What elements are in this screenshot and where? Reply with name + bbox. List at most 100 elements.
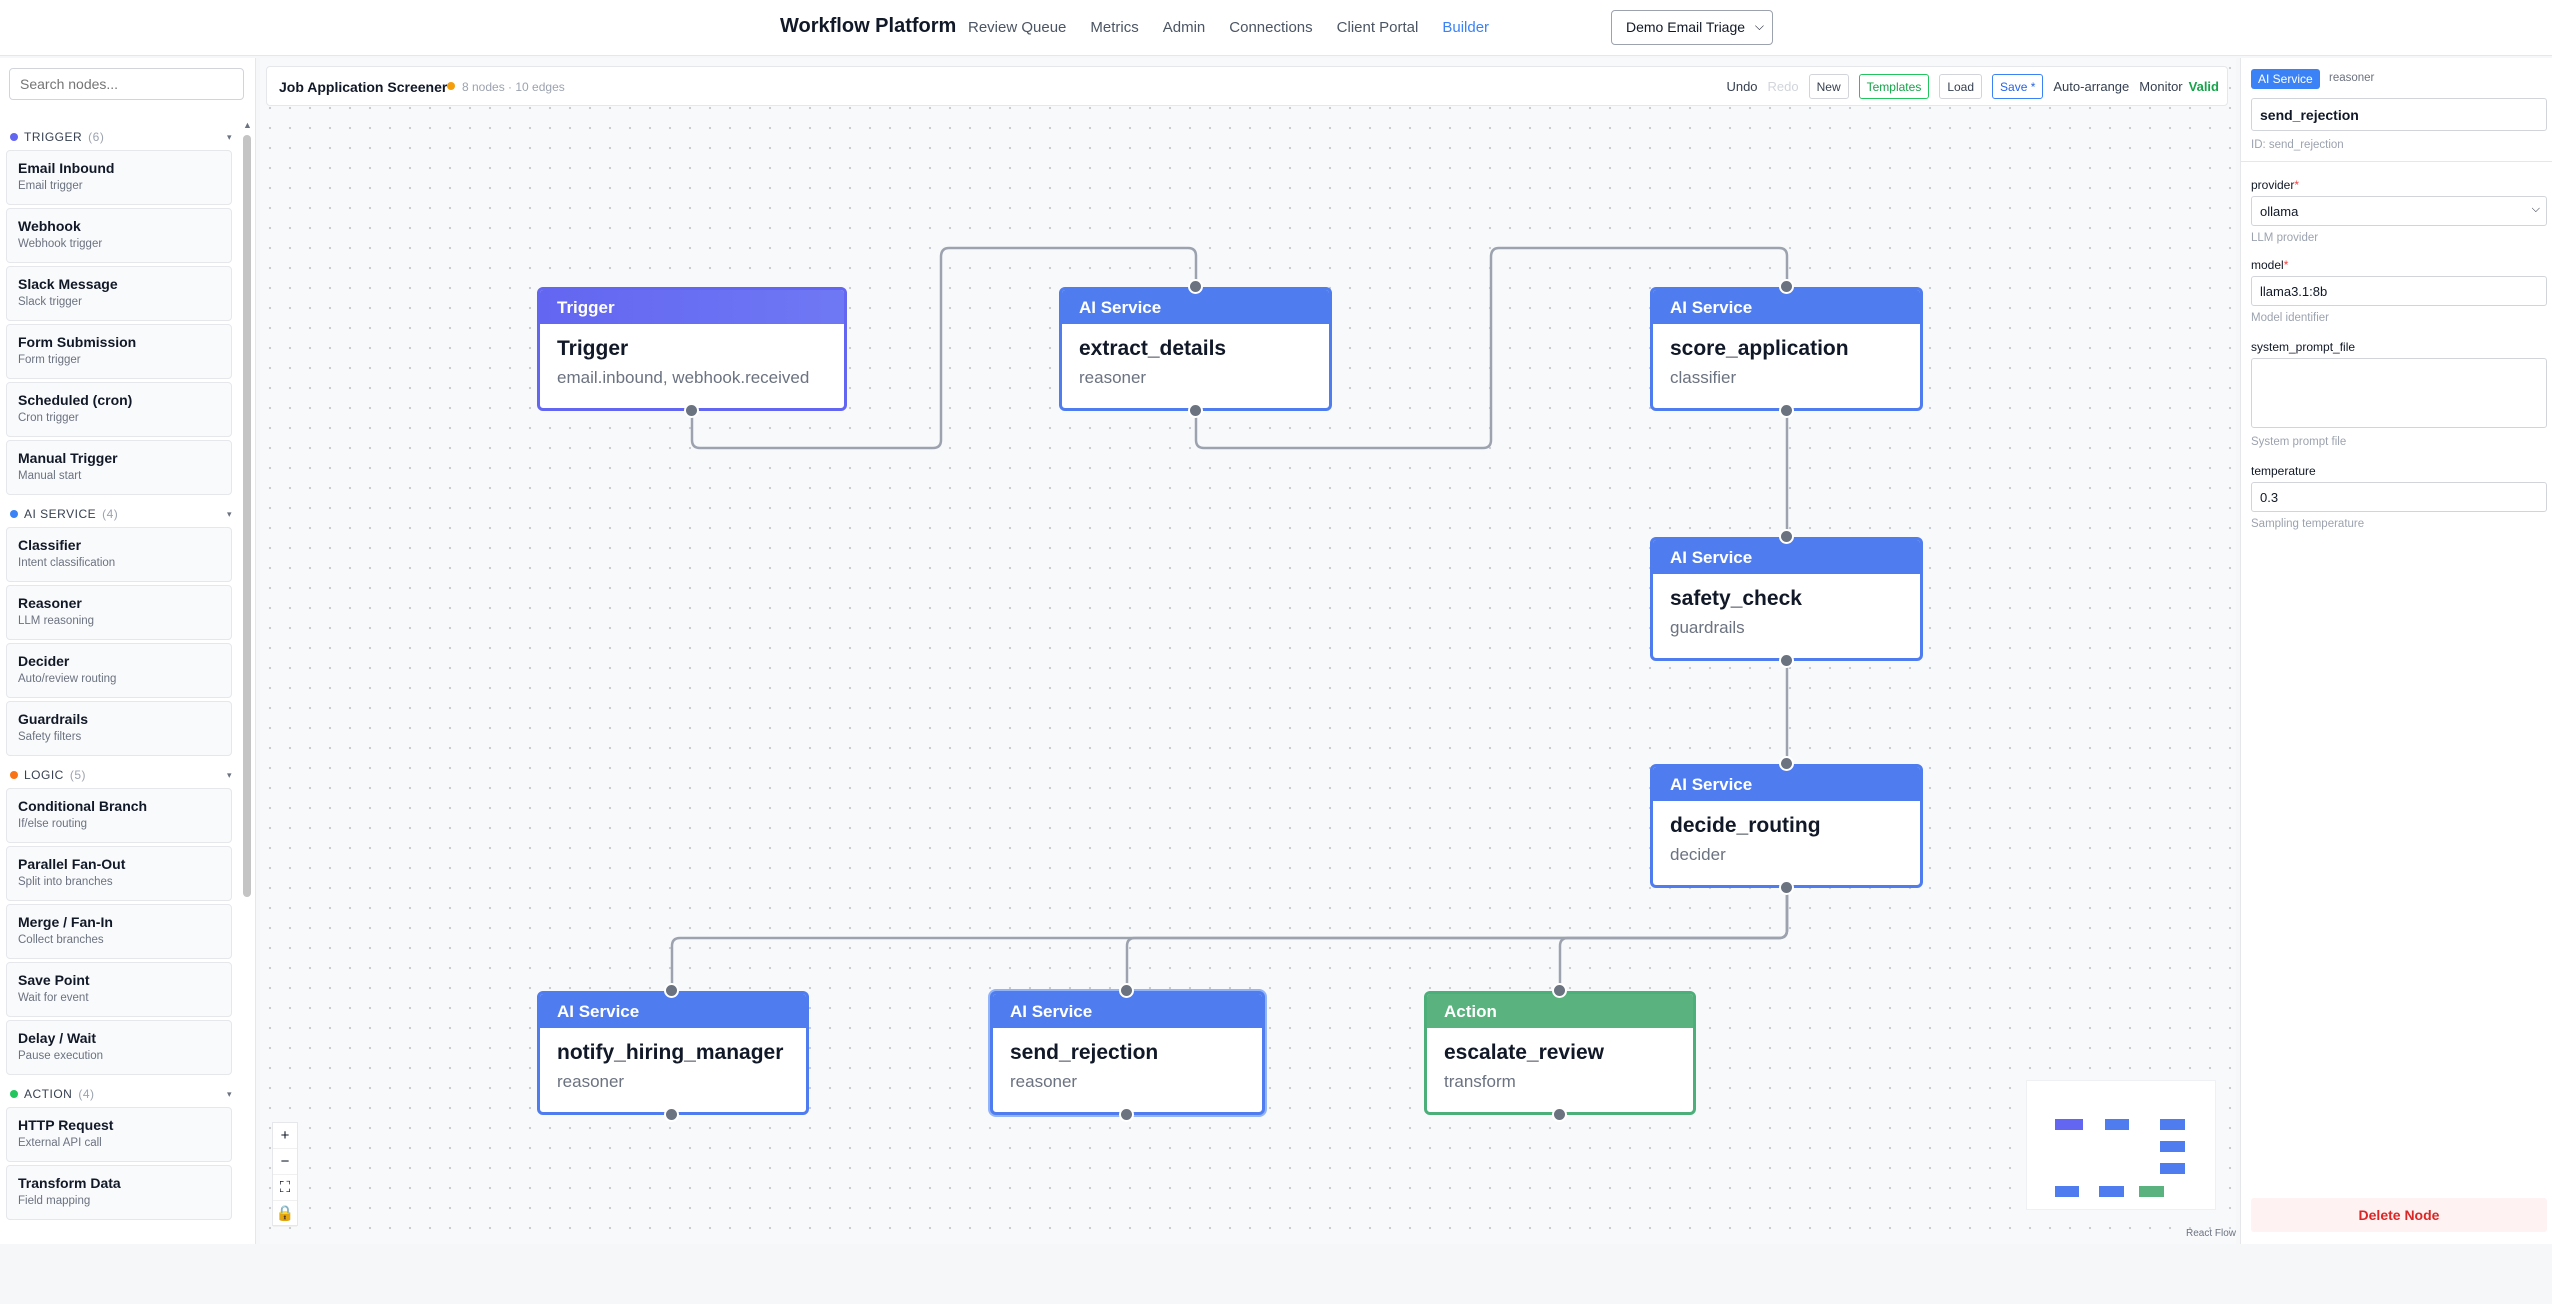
zoom-in-button[interactable]: + (273, 1123, 297, 1149)
node-id-label: ID: send_rejection (2251, 139, 2344, 151)
minimap-node (2139, 1186, 2164, 1197)
minimap-node (2160, 1163, 2185, 1174)
node-type-label: Action (1427, 994, 1693, 1028)
node-name: score_application (1670, 337, 1849, 360)
delete-node-button[interactable]: Delete Node (2251, 1198, 2547, 1232)
workflow-name: Job Application Screener (279, 79, 448, 95)
handle-decide-out[interactable] (1779, 880, 1794, 895)
node-subtype-badge: reasoner (2329, 72, 2375, 84)
temperature-label: temperature (2251, 464, 2316, 478)
zoom-controls: + − ⛶ 🔒 (272, 1122, 298, 1227)
model-input[interactable]: llama3.1:8b (2251, 276, 2547, 306)
undo-button[interactable]: Undo (1726, 79, 1757, 94)
temperature-help: Sampling temperature (2251, 518, 2365, 530)
node-subtype: decider (1670, 845, 1726, 864)
provider-label: provider* (2251, 178, 2300, 192)
minimap-node (2099, 1186, 2124, 1197)
handle-score-in[interactable] (1779, 279, 1794, 294)
handle-notify-out[interactable] (664, 1107, 679, 1122)
redo-button[interactable]: Redo (1768, 79, 1799, 94)
system-prompt-textarea[interactable] (2251, 358, 2547, 428)
edge-decide-reject (1125, 888, 1789, 991)
new-button[interactable]: New (1808, 74, 1849, 99)
model-label: model* (2251, 258, 2289, 272)
node-score-application[interactable]: AI Service score_application classifier (1650, 287, 1923, 411)
node-subtype: transform (1444, 1072, 1516, 1091)
handle-decide-in[interactable] (1779, 756, 1794, 771)
node-subtype: reasoner (1010, 1072, 1078, 1091)
chevron-down-icon: ⌵ (2531, 203, 2540, 215)
node-name-input[interactable]: send_rejection (2251, 98, 2547, 131)
minimap-node (2055, 1186, 2079, 1197)
model-help: Model identifier (2251, 312, 2329, 324)
handle-safety-out[interactable] (1779, 653, 1794, 668)
save-button[interactable]: Save * (1992, 74, 2044, 99)
node-name: decide_routing (1670, 814, 1821, 837)
divider (2241, 161, 2552, 162)
system-prompt-help: System prompt file (2251, 436, 2347, 448)
node-subtype: reasoner (1079, 368, 1147, 387)
handle-escalate-in[interactable] (1552, 983, 1567, 998)
unsaved-indicator (447, 82, 455, 90)
handle-trigger-out[interactable] (684, 403, 699, 418)
handle-extract-out[interactable] (1188, 403, 1203, 418)
node-name: safety_check (1670, 587, 1802, 610)
validation-status: Valid (2188, 79, 2219, 94)
minimap[interactable] (2026, 1080, 2216, 1210)
edge-decide-notify (670, 888, 1789, 991)
builder-toolbar: Job Application Screener 8 nodes · 10 ed… (266, 66, 2228, 106)
node-escalate-review[interactable]: Action escalate_review transform (1424, 991, 1696, 1115)
zoom-out-button[interactable]: − (273, 1149, 297, 1175)
handle-safety-in[interactable] (1779, 529, 1794, 544)
node-type-label: AI Service (993, 994, 1262, 1028)
temperature-input[interactable]: 0.3 (2251, 482, 2547, 512)
handle-extract-in[interactable] (1188, 279, 1203, 294)
handle-reject-in[interactable] (1119, 983, 1134, 998)
handle-score-out[interactable] (1779, 403, 1794, 418)
templates-button[interactable]: Templates (1858, 74, 1930, 99)
node-type-label: AI Service (1653, 767, 1920, 801)
workflow-stats: 8 nodes · 10 edges (462, 80, 565, 94)
node-name: Trigger (557, 337, 629, 360)
monitor-button[interactable]: Monitor (2139, 79, 2182, 94)
handle-escalate-out[interactable] (1552, 1107, 1567, 1122)
handle-reject-out[interactable] (1119, 1107, 1134, 1122)
provider-value: ollama (2260, 204, 2299, 219)
node-send-rejection[interactable]: AI Service send_rejection reasoner (990, 991, 1265, 1115)
edge-decide-escalate (1558, 888, 1789, 991)
node-name: notify_hiring_manager (557, 1041, 784, 1064)
node-type-badge: AI Service (2251, 69, 2320, 89)
node-trigger[interactable]: Trigger Trigger email.inbound, webhook.r… (537, 287, 847, 411)
minimap-node (2055, 1119, 2083, 1130)
react-flow-attribution[interactable]: React Flow (2186, 1228, 2236, 1239)
node-subtype: reasoner (557, 1072, 625, 1091)
node-type-label: AI Service (1653, 290, 1920, 324)
properties-panel: AI Service reasoner send_rejection ID: s… (2240, 58, 2552, 1244)
node-name: send_rejection (1010, 1041, 1159, 1064)
node-name: extract_details (1079, 337, 1227, 360)
minimap-node (2160, 1141, 2185, 1152)
auto-arrange-button[interactable]: Auto-arrange (2053, 79, 2129, 94)
node-extract-details[interactable]: AI Service extract_details reasoner (1059, 287, 1332, 411)
lock-icon[interactable]: 🔒 (273, 1201, 297, 1227)
node-type-label: Trigger (540, 290, 844, 324)
node-safety-check[interactable]: AI Service safety_check guardrails (1650, 537, 1923, 661)
node-notify-hiring-manager[interactable]: AI Service notify_hiring_manager reasone… (537, 991, 809, 1115)
node-type-label: AI Service (540, 994, 806, 1028)
node-name: escalate_review (1444, 1041, 1604, 1064)
minimap-node (2105, 1119, 2129, 1130)
node-type-label: AI Service (1062, 290, 1329, 324)
system-prompt-label: system_prompt_file (2251, 340, 2356, 354)
minimap-node (2160, 1119, 2185, 1130)
fit-view-button[interactable]: ⛶ (273, 1175, 297, 1201)
provider-select[interactable]: ollama ⌵ (2251, 196, 2547, 226)
toolbar-actions: Undo Redo New Templates Load Save * Auto… (1716, 74, 2219, 99)
node-subtype: classifier (1670, 368, 1737, 387)
load-button[interactable]: Load (1939, 74, 1983, 99)
node-decide-routing[interactable]: AI Service decide_routing decider (1650, 764, 1923, 888)
node-subtype: guardrails (1670, 618, 1745, 637)
provider-help: LLM provider (2251, 232, 2319, 244)
node-type-label: AI Service (1653, 540, 1920, 574)
node-subtype: email.inbound, webhook.received (557, 368, 810, 387)
handle-notify-in[interactable] (664, 983, 679, 998)
